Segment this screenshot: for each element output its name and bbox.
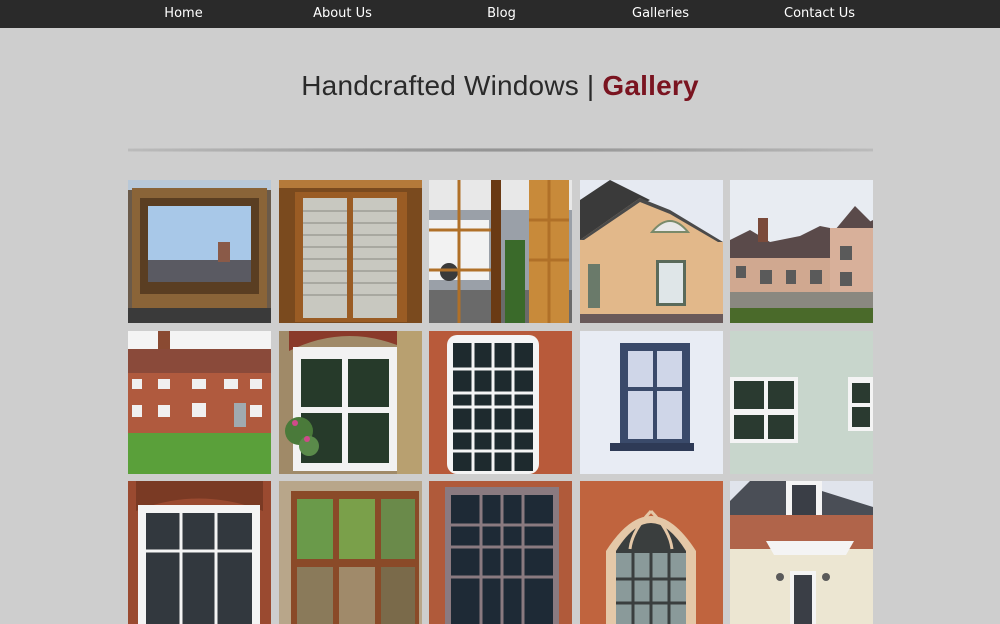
page-title: Handcrafted Windows | Gallery: [0, 70, 1000, 102]
blue-casement-photo-icon: [579, 330, 723, 474]
brick-terrace-photo-icon: [128, 330, 271, 474]
nav-galleries[interactable]: Galleries: [581, 0, 740, 28]
brown-sash-photo-icon: [429, 481, 572, 624]
gallery-grid: [128, 180, 873, 624]
page-title-main: Handcrafted Windows |: [301, 70, 603, 101]
gallery-thumbnail-9[interactable]: [579, 330, 723, 474]
open-door-photo-icon: [429, 180, 572, 323]
cottage-dormer-photo-icon: [579, 180, 723, 323]
gallery-thumbnail-10[interactable]: [730, 330, 873, 474]
gallery-thumbnail-14[interactable]: [579, 481, 723, 624]
gothic-arch-window-photo-icon: [579, 481, 723, 624]
gallery-thumbnail-1[interactable]: [128, 180, 271, 323]
gallery-thumbnail-5[interactable]: [730, 180, 873, 323]
oak-window-photo-icon: [128, 180, 271, 323]
gallery-thumbnail-8[interactable]: [429, 330, 572, 474]
nav-contact-us[interactable]: Contact Us: [740, 0, 899, 28]
gallery-thumbnail-12[interactable]: [278, 481, 422, 624]
white-casement-photo-icon: [730, 330, 873, 474]
gallery-thumbnail-3[interactable]: [429, 180, 572, 323]
nav-about-us[interactable]: About Us: [263, 0, 422, 28]
gallery-thumbnail-2[interactable]: [278, 180, 422, 323]
header-divider: [128, 148, 873, 152]
gallery-thumbnail-4[interactable]: [579, 180, 723, 323]
gallery-thumbnail-7[interactable]: [278, 330, 422, 474]
nav-home[interactable]: Home: [104, 0, 263, 28]
sash-window-photo-icon: [278, 330, 422, 474]
top-navigation: Home About Us Blog Galleries Contact Us: [0, 0, 1000, 28]
gallery-thumbnail-6[interactable]: [128, 330, 271, 474]
nav-blog[interactable]: Blog: [422, 0, 581, 28]
shuttered-window-photo-icon: [278, 180, 422, 323]
timber-casement-photo-icon: [278, 481, 422, 624]
arched-brick-window-photo-icon: [128, 481, 271, 624]
gallery-thumbnail-13[interactable]: [429, 481, 572, 624]
gallery-thumbnail-11[interactable]: [128, 481, 271, 624]
page-title-accent: Gallery: [602, 70, 699, 101]
gallery-thumbnail-15[interactable]: [730, 481, 873, 624]
georgian-sash-photo-icon: [429, 330, 572, 474]
farmhouse-photo-icon: [730, 180, 873, 323]
render-house-photo-icon: [730, 481, 873, 624]
